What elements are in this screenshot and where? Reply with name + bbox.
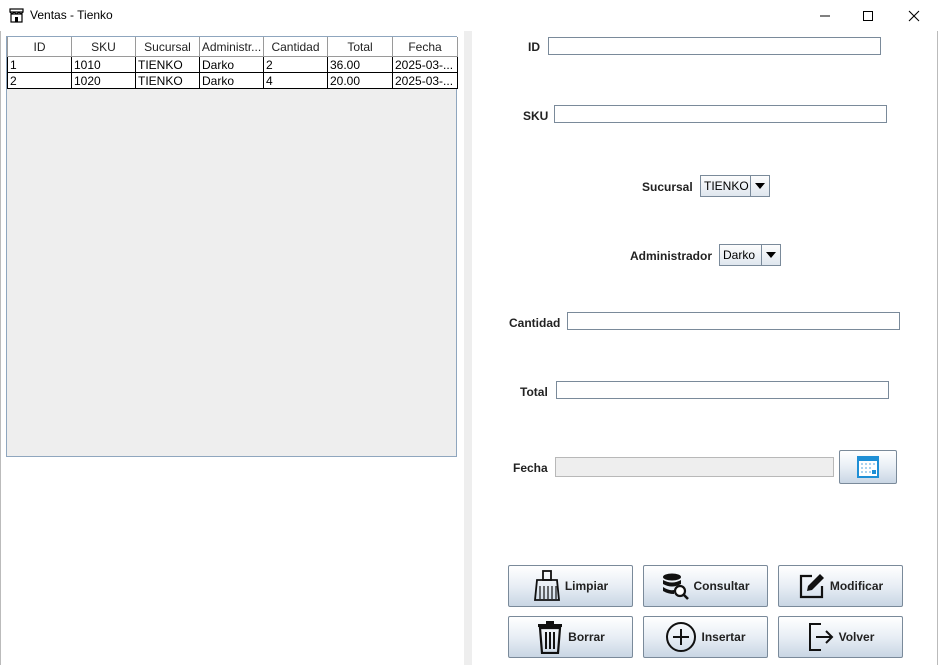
cell-id[interactable]: 1: [7, 56, 72, 73]
insertar-button[interactable]: Insertar: [643, 616, 768, 658]
cell-cantidad[interactable]: 2: [263, 56, 328, 73]
fecha-label: Fecha: [513, 461, 548, 475]
column-header-cantidad[interactable]: Cantidad: [263, 37, 328, 57]
fecha-field[interactable]: [555, 457, 834, 477]
column-header-total[interactable]: Total: [327, 37, 393, 57]
split-divider[interactable]: [464, 31, 472, 665]
cell-administrador[interactable]: Darko: [199, 56, 264, 73]
cell-fecha[interactable]: 2025-03-...: [392, 56, 458, 73]
cell-sucursal[interactable]: TIENKO: [135, 72, 200, 89]
borrar-button[interactable]: Borrar: [508, 616, 633, 658]
edit-icon: [799, 574, 824, 599]
cantidad-label: Cantidad: [509, 316, 561, 330]
cell-id[interactable]: 2: [7, 72, 72, 89]
store-icon: [9, 8, 24, 23]
sku-field[interactable]: [554, 105, 887, 123]
maximize-button[interactable]: [845, 0, 891, 31]
column-header-administrador[interactable]: Administr...: [199, 37, 264, 57]
add-circle-icon: [666, 622, 697, 652]
exit-icon: [808, 623, 834, 651]
total-label: Total: [520, 385, 548, 399]
administrador-label: Administrador: [630, 249, 713, 263]
cell-administrador[interactable]: Darko: [199, 72, 264, 89]
column-header-sucursal[interactable]: Sucursal: [135, 37, 200, 57]
limpiar-button[interactable]: Limpiar: [508, 565, 633, 607]
volver-button[interactable]: Volver: [778, 616, 903, 658]
table-row[interactable]: 1 1010 TIENKO Darko 2 36.00 2025-03-...: [7, 56, 458, 73]
column-header-sku[interactable]: SKU: [71, 37, 136, 57]
close-icon: [908, 10, 920, 21]
id-label: ID: [528, 40, 540, 54]
cell-total[interactable]: 20.00: [327, 72, 393, 89]
cell-fecha[interactable]: 2025-03-...: [392, 72, 458, 89]
administrador-selected-value: Darko: [723, 248, 756, 262]
table-header: ID SKU Sucursal Administr... Cantidad To…: [7, 37, 458, 57]
sku-label: SKU: [523, 109, 549, 123]
id-field[interactable]: [548, 37, 881, 55]
insertar-label: Insertar: [701, 630, 746, 644]
sucursal-label: Sucursal: [642, 180, 693, 194]
cell-sku[interactable]: 1010: [71, 56, 136, 73]
broom-icon: [533, 570, 560, 601]
trash-icon: [538, 621, 563, 654]
minimize-icon: [820, 15, 830, 16]
database-search-icon: [663, 573, 690, 600]
modificar-button[interactable]: Modificar: [778, 565, 903, 607]
borrar-label: Borrar: [568, 630, 605, 644]
consultar-button[interactable]: Consultar: [643, 565, 768, 607]
column-header-fecha[interactable]: Fecha: [392, 37, 458, 57]
sucursal-selected-value: TIENKO: [704, 179, 749, 193]
chevron-down-icon[interactable]: [750, 176, 769, 196]
total-field[interactable]: [556, 381, 889, 399]
modificar-label: Modificar: [829, 579, 884, 593]
maximize-icon: [863, 10, 873, 21]
calendar-icon: [857, 456, 879, 478]
administrador-combobox[interactable]: Darko: [719, 244, 781, 266]
minimize-button[interactable]: [802, 0, 848, 31]
chevron-down-icon[interactable]: [761, 245, 780, 265]
sales-table[interactable]: ID SKU Sucursal Administr... Cantidad To…: [7, 37, 458, 89]
consultar-label: Consultar: [693, 579, 750, 593]
cell-total[interactable]: 36.00: [327, 56, 393, 73]
sales-table-scrollpane[interactable]: ID SKU Sucursal Administr... Cantidad To…: [6, 36, 458, 457]
table-row[interactable]: 2 1020 TIENKO Darko 4 20.00 2025-03-...: [7, 72, 458, 89]
sucursal-combobox[interactable]: TIENKO: [700, 175, 770, 197]
calendar-button[interactable]: [839, 450, 897, 484]
cell-sucursal[interactable]: TIENKO: [135, 56, 200, 73]
cantidad-field[interactable]: [567, 312, 900, 330]
cell-sku[interactable]: 1020: [71, 72, 136, 89]
window-title: Ventas - Tienko: [30, 8, 113, 22]
cell-cantidad[interactable]: 4: [263, 72, 328, 89]
limpiar-label: Limpiar: [564, 579, 609, 593]
column-header-id[interactable]: ID: [7, 37, 72, 57]
title-bar: Ventas - Tienko: [0, 0, 938, 31]
volver-label: Volver: [838, 630, 875, 644]
close-button[interactable]: [891, 0, 937, 31]
